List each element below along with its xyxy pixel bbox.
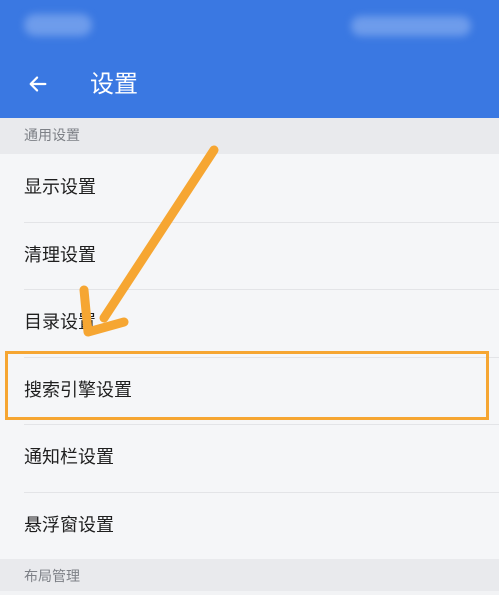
settings-item-floating-window[interactable]: 悬浮窗设置 [0,491,499,560]
settings-item-label: 显示设置 [24,177,96,198]
settings-item-search-engine[interactable]: 搜索引擎设置 [0,356,499,425]
app-bar: 设置 [0,50,499,118]
arrow-left-icon [29,76,47,92]
section-header-layout: 布局管理 [0,559,499,591]
back-button[interactable] [18,64,58,104]
settings-item-notification-bar[interactable]: 通知栏设置 [0,424,499,492]
status-bar [0,0,499,50]
settings-item-label: 悬浮窗设置 [24,514,114,536]
settings-item-cleanup[interactable]: 清理设置 [0,221,499,290]
status-bar-blurred-left [24,14,92,36]
settings-item-label: 目录设置 [24,312,96,333]
page-title: 设置 [90,70,138,98]
settings-item-label: 搜索引擎设置 [24,379,132,401]
status-bar-blurred-right [351,16,471,36]
settings-item-label: 清理设置 [24,244,96,266]
settings-item-directory[interactable]: 目录设置 [0,289,499,357]
settings-item-display[interactable]: 显示设置 [0,154,499,222]
settings-item-label: 通知栏设置 [24,447,114,468]
section-header-general: 通用设置 [0,118,499,154]
settings-list: 显示设置 清理设置 目录设置 搜索引擎设置 通知栏设置 悬浮窗设置 [0,154,499,559]
